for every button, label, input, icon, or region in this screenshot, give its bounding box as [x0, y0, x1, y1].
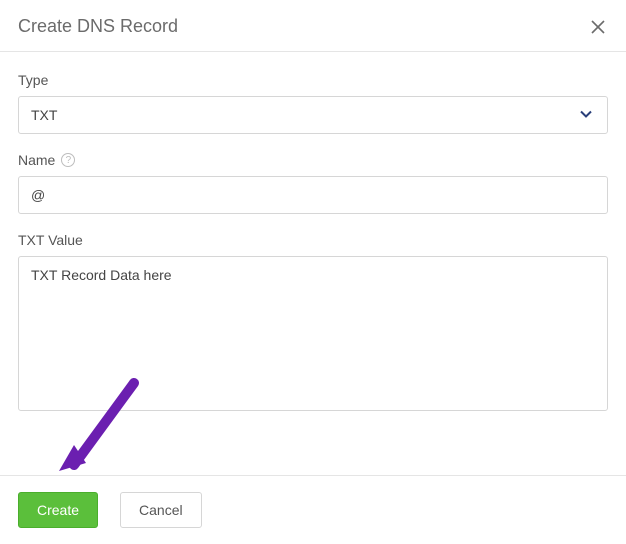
name-input[interactable] — [18, 176, 608, 214]
txtvalue-label: TXT Value — [18, 232, 608, 248]
form-body: Type TXT Name ? TXT Value — [0, 52, 626, 416]
name-label-text: Name — [18, 152, 55, 168]
type-select[interactable]: TXT — [18, 96, 608, 134]
txtvalue-textarea[interactable] — [18, 256, 608, 411]
modal-footer: Create Cancel — [0, 475, 626, 544]
name-field: Name ? — [18, 152, 608, 214]
txtvalue-field: TXT Value — [18, 232, 608, 416]
type-label-text: Type — [18, 72, 48, 88]
help-icon[interactable]: ? — [61, 153, 75, 167]
modal-header: Create DNS Record — [0, 0, 626, 52]
type-label: Type — [18, 72, 608, 88]
cancel-button[interactable]: Cancel — [120, 492, 202, 528]
close-icon[interactable] — [588, 17, 608, 37]
modal-title: Create DNS Record — [18, 16, 178, 37]
create-button[interactable]: Create — [18, 492, 98, 528]
txtvalue-label-text: TXT Value — [18, 232, 83, 248]
type-select-value: TXT — [31, 107, 57, 123]
type-field: Type TXT — [18, 72, 608, 134]
name-label: Name ? — [18, 152, 608, 168]
chevron-down-icon — [579, 107, 593, 124]
